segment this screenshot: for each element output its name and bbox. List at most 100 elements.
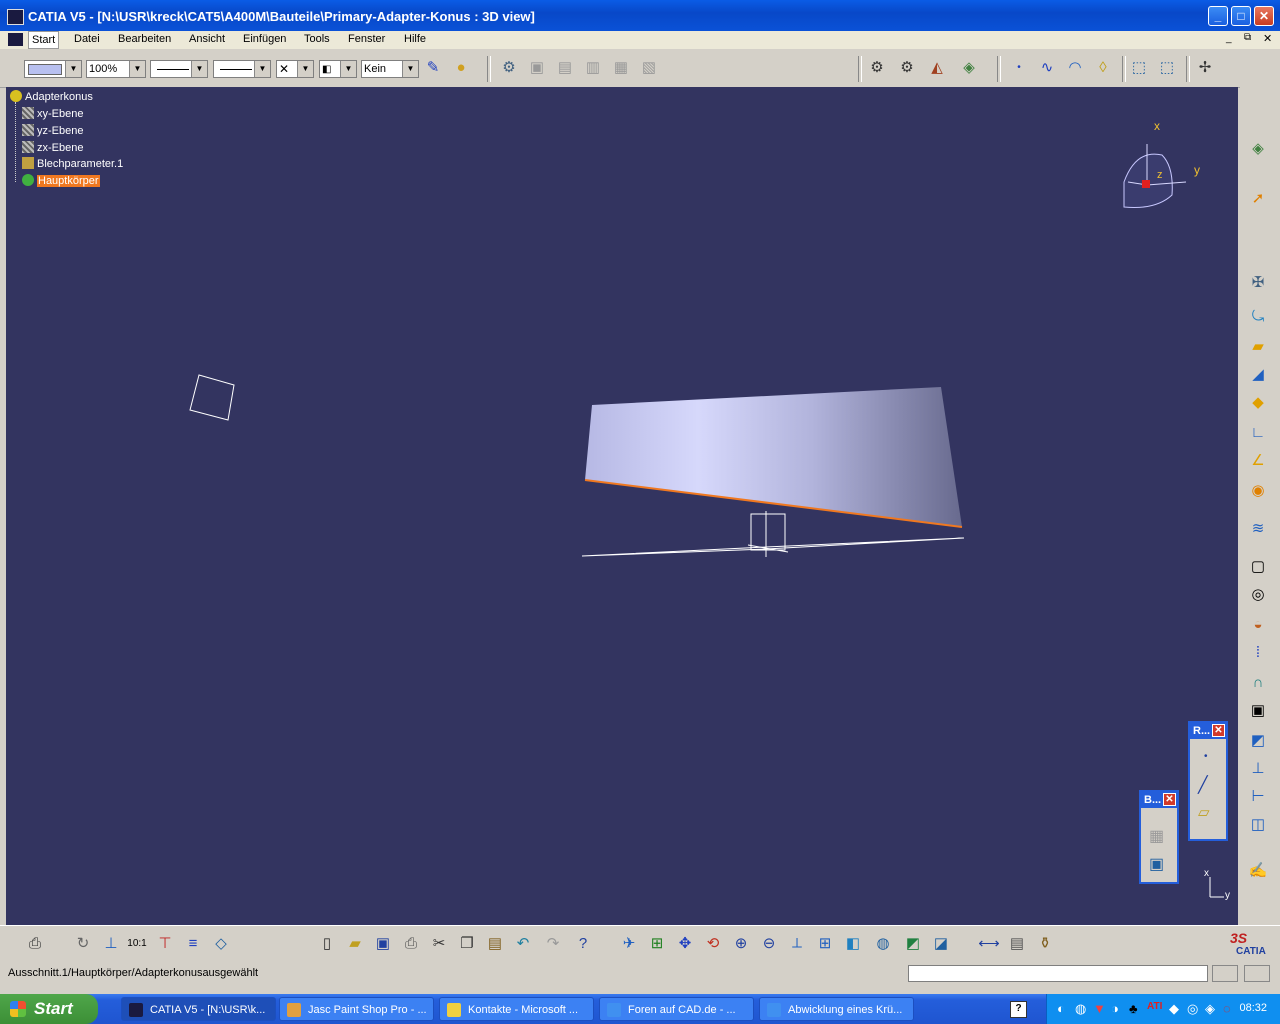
zoom-out-icon[interactable]: ⊖ bbox=[758, 933, 780, 955]
doc-minimize-icon[interactable]: _ bbox=[1226, 33, 1232, 44]
sheetmetal-param-icon[interactable]: ✠ bbox=[1245, 271, 1271, 295]
shading-icon[interactable]: ◍ bbox=[872, 933, 894, 955]
view-frame-icon[interactable]: ▢ bbox=[1245, 555, 1271, 579]
help-icon[interactable]: ? bbox=[572, 933, 594, 955]
menu-fenster[interactable]: Fenster bbox=[348, 33, 385, 45]
chevron-down-icon[interactable]: ▼ bbox=[297, 61, 313, 77]
catia-app-icon[interactable] bbox=[7, 9, 24, 25]
swept-wall-icon[interactable]: ◆ bbox=[1245, 391, 1271, 415]
hide-show-icon[interactable]: ◩ bbox=[902, 933, 924, 955]
chevron-down-icon[interactable]: ▼ bbox=[191, 61, 207, 77]
sheetmetal-cone-part[interactable] bbox=[584, 387, 963, 528]
linewidth-combo[interactable]: ▼ bbox=[213, 60, 271, 78]
bend-icon[interactable]: ∠ bbox=[1245, 449, 1271, 473]
snap-icon[interactable]: ✢ bbox=[1194, 57, 1216, 79]
fit-all-icon[interactable]: ⊞ bbox=[646, 933, 668, 955]
antivirus-icon[interactable]: ▼ bbox=[1093, 1001, 1106, 1016]
new-file-icon[interactable]: ▯ bbox=[316, 933, 338, 955]
fly-icon[interactable]: ✈ bbox=[618, 933, 640, 955]
ati-icon[interactable]: ATI bbox=[1147, 1001, 1162, 1012]
rotate-icon[interactable]: ⟲ bbox=[702, 933, 724, 955]
stamp-icon[interactable]: ◒ bbox=[1245, 613, 1271, 637]
status-button-1[interactable] bbox=[1212, 965, 1238, 982]
task-abwicklung[interactable]: Abwicklung eines Krü... bbox=[759, 997, 914, 1021]
status-button-2[interactable] bbox=[1244, 965, 1270, 982]
surface-icon[interactable]: ◠ bbox=[1064, 57, 1086, 79]
chevron-down-icon[interactable]: ▼ bbox=[340, 61, 356, 77]
save-icon[interactable]: ▣ bbox=[372, 933, 394, 955]
boolean-icon[interactable]: ▦ bbox=[1149, 826, 1164, 846]
list-icon[interactable]: ≡ bbox=[182, 933, 204, 955]
close-icon[interactable]: ✕ bbox=[1163, 793, 1176, 806]
corner-relief-icon[interactable]: ∩ bbox=[1245, 671, 1271, 695]
plane-icon[interactable]: ◊ bbox=[1092, 57, 1114, 79]
task-cad-forum[interactable]: Foren auf CAD.de - ... bbox=[599, 997, 754, 1021]
normal-view-icon[interactable]: ⟂ bbox=[786, 933, 808, 955]
help-tray-icon[interactable]: ? bbox=[1010, 1001, 1027, 1018]
rolled-wall-icon[interactable]: ◉ bbox=[1245, 479, 1271, 503]
doc-restore-icon[interactable]: ⧉ bbox=[1244, 32, 1251, 43]
flange-icon[interactable]: ∟ bbox=[1245, 421, 1271, 445]
open-folder-icon[interactable]: ▰ bbox=[344, 933, 366, 955]
swap-space-icon[interactable]: ◪ bbox=[930, 933, 952, 955]
multi-view-icon[interactable]: ⊞ bbox=[814, 933, 836, 955]
minimize-button[interactable]: _ bbox=[1208, 6, 1228, 26]
tray-icon-3[interactable]: ◑ bbox=[1111, 1001, 1119, 1016]
menu-hilfe[interactable]: Hilfe bbox=[404, 33, 426, 45]
doc-close-icon[interactable]: ✕ bbox=[1263, 32, 1272, 45]
linetype-combo[interactable]: ▼ bbox=[150, 60, 208, 78]
point-symbol-combo[interactable]: ✕ ▼ bbox=[276, 60, 314, 78]
view-icon[interactable]: ⬚ bbox=[1128, 57, 1150, 79]
close-button[interactable]: ✕ bbox=[1254, 6, 1274, 26]
measure-inertia-icon[interactable]: ⚱ bbox=[1034, 933, 1056, 955]
axis-icon[interactable]: ⊥ bbox=[100, 933, 122, 955]
plane-tool-icon[interactable]: ◩ bbox=[1245, 729, 1271, 753]
command-input[interactable] bbox=[908, 965, 1208, 982]
tray-icon-2[interactable]: ◍ bbox=[1075, 1001, 1086, 1017]
chevron-down-icon[interactable]: ▼ bbox=[65, 61, 81, 77]
update-icon[interactable]: ▣ bbox=[526, 57, 548, 79]
constraint-icon[interactable]: ⊤ bbox=[154, 933, 176, 955]
task-kontakte[interactable]: Kontakte - Microsoft ... bbox=[439, 997, 594, 1021]
chevron-down-icon[interactable]: ▼ bbox=[254, 61, 270, 77]
point-icon[interactable]: • bbox=[1204, 751, 1208, 762]
transparency-combo[interactable]: ◧ ▼ bbox=[319, 60, 357, 78]
save-dxf-icon[interactable]: ▣ bbox=[1245, 699, 1271, 723]
undo-icon[interactable]: ↶ bbox=[512, 933, 534, 955]
plane-icon[interactable]: ▱ bbox=[1198, 803, 1210, 821]
pattern-icon[interactable]: ⁞ bbox=[1245, 641, 1271, 665]
document-icon[interactable] bbox=[8, 33, 23, 46]
menu-einfuegen[interactable]: Einfügen bbox=[243, 33, 286, 45]
unfold-icon[interactable]: ≋ bbox=[1245, 517, 1271, 541]
dimension-icon[interactable]: ⊢ bbox=[1245, 785, 1271, 809]
chevron-down-icon[interactable]: ▼ bbox=[402, 61, 418, 77]
unfold-icon[interactable]: ◈ bbox=[958, 57, 980, 79]
wall-icon[interactable]: ▰ bbox=[1245, 335, 1271, 359]
extrusion-icon[interactable]: ◢ bbox=[1245, 363, 1271, 387]
chevron-down-icon[interactable]: ▼ bbox=[129, 61, 145, 77]
fill-color-combo[interactable]: ▼ bbox=[24, 60, 82, 78]
task-paintshop[interactable]: Jasc Paint Shop Pro - ... bbox=[279, 997, 434, 1021]
menu-datei[interactable]: Datei bbox=[74, 33, 100, 45]
tools-icon[interactable]: ⚙ bbox=[498, 57, 520, 79]
3d-scene[interactable]: x y z x y bbox=[6, 87, 1238, 925]
measure-icon[interactable]: ⟷ bbox=[978, 933, 1000, 955]
paste-icon[interactable]: ▤ bbox=[484, 933, 506, 955]
select-arrow-icon[interactable]: ➚ bbox=[1245, 187, 1271, 211]
hole-icon[interactable]: ◎ bbox=[1245, 583, 1271, 607]
zoom-in-icon[interactable]: ⊕ bbox=[730, 933, 752, 955]
tray-icon-7[interactable]: ◌ bbox=[1223, 1001, 1231, 1016]
tray-icon-4[interactable]: ♣ bbox=[1129, 1001, 1138, 1016]
maximize-button[interactable]: □ bbox=[1231, 6, 1251, 26]
publish-icon[interactable]: ▦ bbox=[610, 57, 632, 79]
compass-widget[interactable]: x y z bbox=[1123, 119, 1200, 208]
start-button[interactable]: Start bbox=[0, 994, 98, 1024]
table-icon[interactable]: ▧ bbox=[638, 57, 660, 79]
tray-icon-1[interactable]: ◐ bbox=[1057, 1001, 1065, 1016]
print-icon[interactable]: ⎙ bbox=[400, 933, 422, 955]
axis-system-icon[interactable]: ⊥ bbox=[1245, 757, 1271, 781]
curve-icon[interactable]: ∿ bbox=[1036, 57, 1058, 79]
layer-combo[interactable]: Kein ▼ bbox=[361, 60, 419, 78]
print-setup-icon[interactable]: ⎙ bbox=[24, 933, 46, 955]
tray-icon-6[interactable]: ◈ bbox=[1205, 1001, 1215, 1017]
